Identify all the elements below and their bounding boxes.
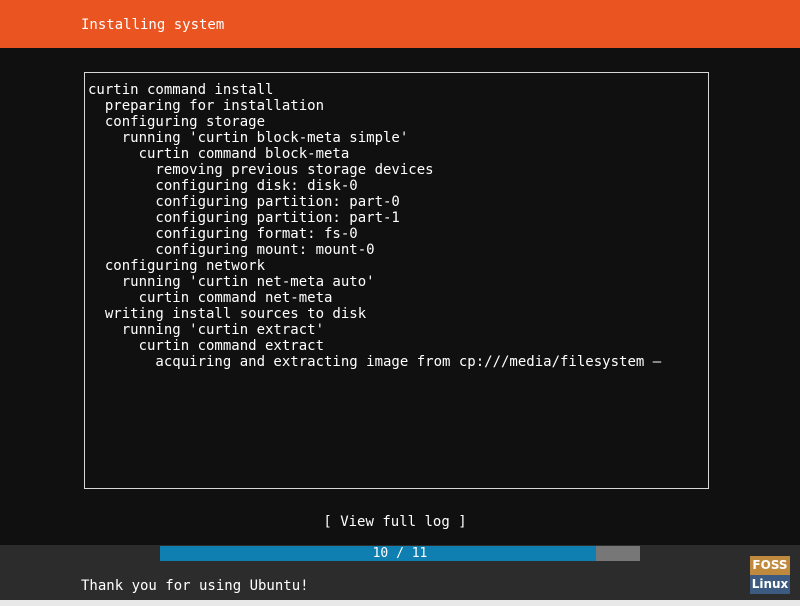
progress-label: 10 / 11: [372, 546, 428, 561]
log-line: configuring storage: [88, 114, 266, 130]
log-line: configuring mount: mount-0: [88, 242, 375, 258]
view-full-log-button[interactable]: [ View full log ]: [0, 513, 790, 531]
log-line: curtin command net-meta: [88, 290, 333, 306]
log-line: curtin command block-meta: [88, 146, 350, 162]
install-log-lines: curtin command install preparing for ins…: [88, 82, 661, 370]
log-line: running 'curtin net-meta auto': [88, 274, 375, 290]
log-line: configuring partition: part-1: [88, 210, 400, 226]
install-log-panel: curtin command install preparing for ins…: [84, 72, 709, 489]
log-line: curtin command install: [88, 82, 274, 98]
log-line: running 'curtin block-meta simple': [88, 130, 409, 146]
log-line: running 'curtin extract': [88, 322, 325, 338]
watermark-bottom-text: Linux: [751, 577, 789, 591]
page-title: Installing system: [81, 17, 225, 33]
log-line: configuring network: [88, 258, 266, 274]
log-line: writing install sources to disk: [88, 306, 367, 322]
install-progress-bar: 10 / 11: [160, 546, 640, 561]
log-line: configuring format: fs-0: [88, 226, 358, 242]
watermark-top-text: FOSS: [750, 556, 790, 575]
log-line: configuring partition: part-0: [88, 194, 400, 210]
log-line: configuring disk: disk-0: [88, 178, 358, 194]
log-line: curtin command extract: [88, 338, 325, 354]
log-line: preparing for installation: [88, 98, 325, 114]
log-line: acquiring and extracting image from cp:/…: [88, 354, 662, 370]
fosslinux-watermark-logo: FOSS Linux: [750, 556, 790, 594]
footer-message: Thank you for using Ubuntu!: [81, 578, 309, 594]
log-line: removing previous storage devices: [88, 162, 434, 178]
host-taskbar-strip: [0, 600, 800, 606]
header-bar: Installing system: [0, 0, 800, 48]
